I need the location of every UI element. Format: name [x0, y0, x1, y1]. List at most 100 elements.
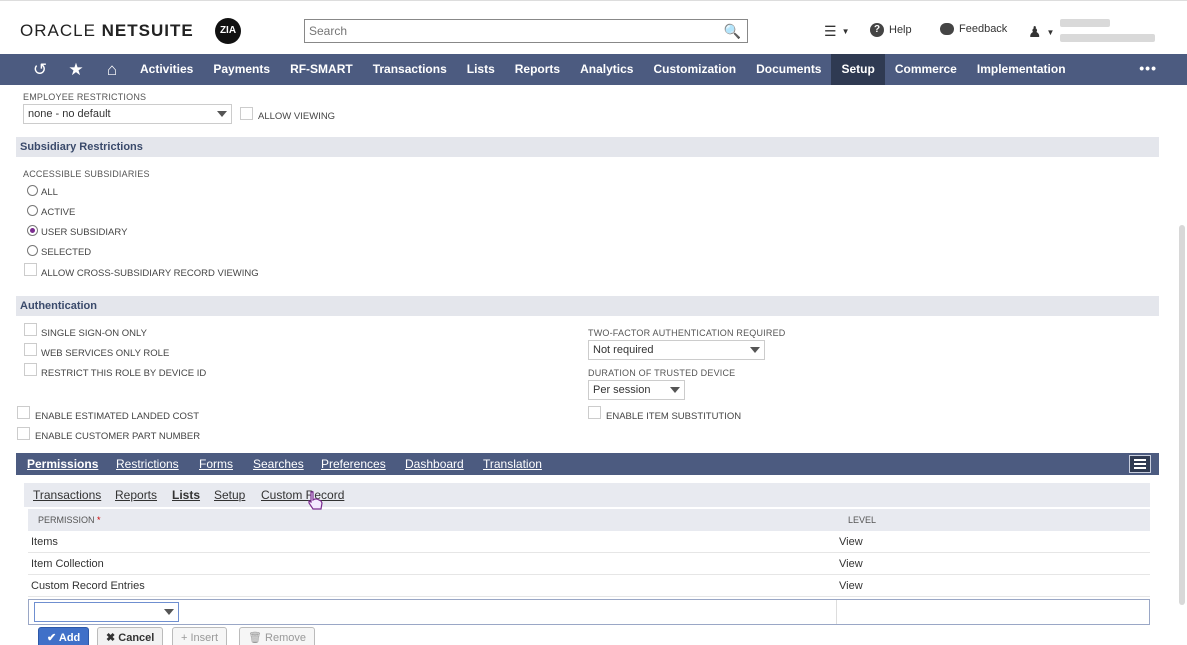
authentication-header: Authentication [16, 296, 1159, 316]
remove-button[interactable]: 🗑 Remove [239, 627, 315, 645]
chevron-down-icon [670, 387, 680, 393]
nav-lists[interactable]: Lists [457, 54, 505, 85]
radio-all[interactable] [27, 185, 38, 196]
permission-subtabs: Transactions Reports Lists Setup Custom … [24, 483, 1150, 507]
recent-records-icon: ☰ [824, 23, 837, 39]
user-name-blurred [1060, 19, 1110, 27]
nav-commerce[interactable]: Commerce [885, 54, 967, 85]
nav-reports[interactable]: Reports [505, 54, 570, 85]
tab-menu-icon[interactable] [1129, 455, 1151, 473]
nav-customization[interactable]: Customization [643, 54, 746, 85]
tab-dashboard[interactable]: Dashboard [405, 453, 464, 475]
main-navigation: ↺ ★ ⌂ Activities Payments RF-SMART Trans… [0, 54, 1187, 85]
permission-cell: Custom Record Entries [31, 580, 145, 592]
help-button[interactable]: ? Help [870, 23, 912, 37]
sso-only-checkbox[interactable] [24, 323, 37, 336]
customer-part-checkbox[interactable] [17, 427, 30, 440]
employee-restrictions-select[interactable]: none - no default [23, 104, 232, 124]
role-form: EMPLOYEE RESTRICTIONS none - no default … [0, 85, 1187, 645]
item-substitution-checkbox[interactable] [588, 406, 601, 419]
radio-selected[interactable] [27, 245, 38, 256]
subtab-reports[interactable]: Reports [115, 488, 157, 502]
user-menu[interactable]: ♟ ▼ [1028, 23, 1054, 41]
allow-viewing-checkbox[interactable] [240, 107, 253, 120]
star-icon[interactable]: ★ [58, 60, 94, 80]
radio-active-label: ACTIVE [41, 207, 76, 218]
item-substitution-label: ENABLE ITEM SUBSTITUTION [606, 411, 742, 422]
add-label: Add [58, 632, 81, 644]
column-permission: PERMISSION * [38, 515, 101, 525]
search-icon[interactable]: 🔍 [724, 23, 741, 40]
nav-implementation[interactable]: Implementation [967, 54, 1076, 85]
chevron-down-icon [217, 111, 227, 117]
role-tabs: Permissions Restrictions Forms Searches … [16, 453, 1159, 475]
nav-activities[interactable]: Activities [130, 54, 203, 85]
recent-records-menu[interactable]: ☰ ▼ [824, 23, 849, 40]
insert-button[interactable]: + Insert [172, 627, 227, 645]
tab-forms[interactable]: Forms [199, 453, 233, 475]
hand-cursor-icon [308, 491, 323, 510]
level-cell: View [839, 580, 863, 592]
nav-analytics[interactable]: Analytics [570, 54, 643, 85]
page-scrollbar[interactable] [1179, 225, 1185, 605]
chevron-down-icon [750, 347, 760, 353]
new-permission-row [28, 599, 1150, 625]
netsuite-logo[interactable]: ORACLE NETSUITE [20, 21, 194, 41]
radio-selected-label: SELECTED [41, 247, 92, 258]
two-factor-label: TWO-FACTOR AUTHENTICATION REQUIRED [588, 328, 786, 338]
subtab-lists[interactable]: Lists [172, 488, 200, 502]
search-input[interactable] [305, 20, 715, 42]
chevron-down-icon: ▼ [1046, 27, 1055, 37]
users-icon: ♟ [1028, 24, 1042, 41]
nav-setup[interactable]: Setup [831, 54, 885, 85]
web-services-checkbox[interactable] [24, 343, 37, 356]
radio-active[interactable] [27, 205, 38, 216]
nav-rf-smart[interactable]: RF-SMART [280, 54, 363, 85]
tab-translation[interactable]: Translation [483, 453, 542, 475]
subtab-transactions[interactable]: Transactions [33, 488, 101, 502]
two-factor-select[interactable]: Not required [588, 340, 765, 360]
cancel-button[interactable]: ✖ Cancel [97, 627, 164, 645]
trusted-device-value: Per session [593, 384, 651, 396]
top-header: ORACLE NETSUITE ZIA 🔍 ☰▼ ? Help Feedback… [0, 0, 1187, 54]
subtab-custom-record[interactable]: Custom Record [261, 488, 344, 502]
radio-user-subsidiary-label: USER SUBSIDIARY [41, 227, 128, 238]
landed-cost-checkbox[interactable] [17, 406, 30, 419]
table-row[interactable]: Custom Record Entries View [28, 575, 1150, 597]
global-search[interactable]: 🔍 [304, 19, 748, 43]
tab-restrictions[interactable]: Restrictions [116, 453, 179, 475]
table-row[interactable]: Items View [28, 531, 1150, 553]
subsidiary-restrictions-header: Subsidiary Restrictions [16, 137, 1159, 157]
more-menu-icon[interactable]: ••• [1139, 60, 1157, 76]
nav-transactions[interactable]: Transactions [363, 54, 457, 85]
sso-only-label: SINGLE SIGN-ON ONLY [41, 328, 147, 339]
table-row[interactable]: Item Collection View [28, 553, 1150, 575]
permissions-table-header: PERMISSION * LEVEL [28, 509, 1150, 531]
tab-permissions[interactable]: Permissions [27, 453, 98, 475]
cross-subsidiary-checkbox[interactable] [24, 263, 37, 276]
add-button[interactable]: ✔ Add [38, 627, 90, 645]
nav-documents[interactable]: Documents [746, 54, 831, 85]
permission-cell: Items [31, 536, 58, 548]
zia-icon[interactable]: ZIA [215, 18, 241, 44]
help-label: Help [889, 24, 912, 36]
home-icon[interactable]: ⌂ [94, 60, 130, 80]
tab-preferences[interactable]: Preferences [321, 453, 386, 475]
allow-viewing-label: ALLOW VIEWING [258, 111, 336, 122]
permission-cell: Item Collection [31, 558, 104, 570]
permission-select[interactable] [34, 602, 179, 622]
feedback-button[interactable]: Feedback [940, 23, 1007, 35]
trusted-device-select[interactable]: Per session [588, 380, 685, 400]
employee-restrictions-label: EMPLOYEE RESTRICTIONS [23, 92, 147, 102]
employee-restrictions-value: none - no default [28, 108, 111, 120]
feedback-icon [940, 23, 954, 35]
restrict-device-checkbox[interactable] [24, 363, 37, 376]
radio-user-subsidiary[interactable] [27, 225, 38, 236]
subtab-setup[interactable]: Setup [214, 488, 245, 502]
nav-payments[interactable]: Payments [203, 54, 280, 85]
accessible-subsidiaries-label: ACCESSIBLE SUBSIDIARIES [23, 169, 150, 179]
recent-icon[interactable]: ↺ [22, 60, 58, 80]
chevron-down-icon: ▼ [841, 27, 850, 36]
tab-searches[interactable]: Searches [253, 453, 304, 475]
remove-label: Remove [265, 632, 306, 644]
